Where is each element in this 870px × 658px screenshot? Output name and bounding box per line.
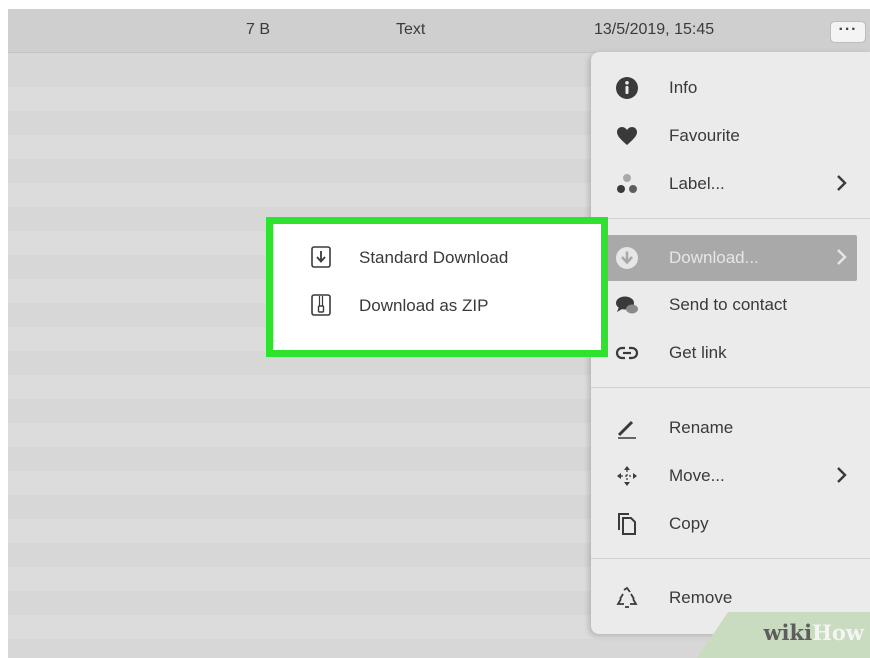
menu-item-favourite[interactable]: Favourite <box>591 116 861 156</box>
watermark-part-2: How <box>812 620 864 645</box>
menu-item-label: Favourite <box>669 126 740 145</box>
label-dots-icon <box>617 174 637 193</box>
menu-item-label: Copy <box>669 514 709 533</box>
copy-icon <box>618 513 636 535</box>
submenu-item-download-zip[interactable]: Download as ZIP <box>273 283 601 327</box>
menu-item-label: Remove <box>669 588 733 607</box>
context-menu: Info Favourite Label... Download... Send… <box>591 52 870 634</box>
download-circle-icon <box>616 247 638 269</box>
menu-item-label: Move... <box>669 466 725 485</box>
menu-item-label: Send to contact <box>669 295 788 314</box>
file-modified-date: 13/5/2019, 15:45 <box>594 21 715 38</box>
menu-item-download[interactable]: Download... <box>595 235 857 281</box>
chat-bubbles-icon <box>616 296 638 314</box>
file-row-selected[interactable]: 7 B Text 13/5/2019, 15:45 ··· <box>8 9 870 53</box>
menu-item-label: Get link <box>669 343 727 362</box>
chevron-right-icon <box>837 175 847 191</box>
submenu-item-label: Download as ZIP <box>359 296 489 315</box>
menu-item-label: Download... <box>669 248 759 267</box>
watermark-part-1: wiki <box>763 620 813 645</box>
download-submenu: Standard Download Download as ZIP <box>266 217 608 357</box>
pencil-icon <box>617 420 636 439</box>
menu-item-label: Label... <box>669 174 725 193</box>
zip-file-icon <box>311 294 331 316</box>
menu-item-label-submenu[interactable]: Label... <box>591 164 861 204</box>
menu-item-rename[interactable]: Rename <box>591 408 861 448</box>
move-arrows-icon <box>617 466 637 486</box>
file-list-area: 7 B Text 13/5/2019, 15:45 ··· Info Favou… <box>8 9 870 658</box>
menu-item-move[interactable]: Move... <box>591 456 861 496</box>
menu-item-get-link[interactable]: Get link <box>591 333 861 373</box>
submenu-item-label: Standard Download <box>359 248 509 267</box>
menu-item-copy[interactable]: Copy <box>591 504 861 544</box>
menu-item-send-to-contact[interactable]: Send to contact <box>591 285 861 325</box>
file-type: Text <box>396 21 426 38</box>
menu-item-label: Rename <box>669 418 734 437</box>
submenu-item-standard-download[interactable]: Standard Download <box>273 235 601 279</box>
menu-separator <box>591 387 870 388</box>
more-options-button[interactable]: ··· <box>830 21 866 43</box>
link-icon <box>615 346 639 360</box>
chevron-right-icon <box>837 467 847 483</box>
file-size: 7 B <box>246 21 271 38</box>
heart-icon <box>617 127 637 145</box>
menu-item-label: Info <box>669 78 698 97</box>
download-file-icon <box>311 246 331 268</box>
menu-item-info[interactable]: Info <box>591 68 861 108</box>
info-icon <box>616 77 638 99</box>
menu-separator <box>591 558 870 559</box>
recycle-icon <box>616 586 638 608</box>
menu-separator <box>591 218 870 219</box>
watermark-text: wikiHow <box>763 620 864 645</box>
chevron-right-icon <box>837 249 847 265</box>
